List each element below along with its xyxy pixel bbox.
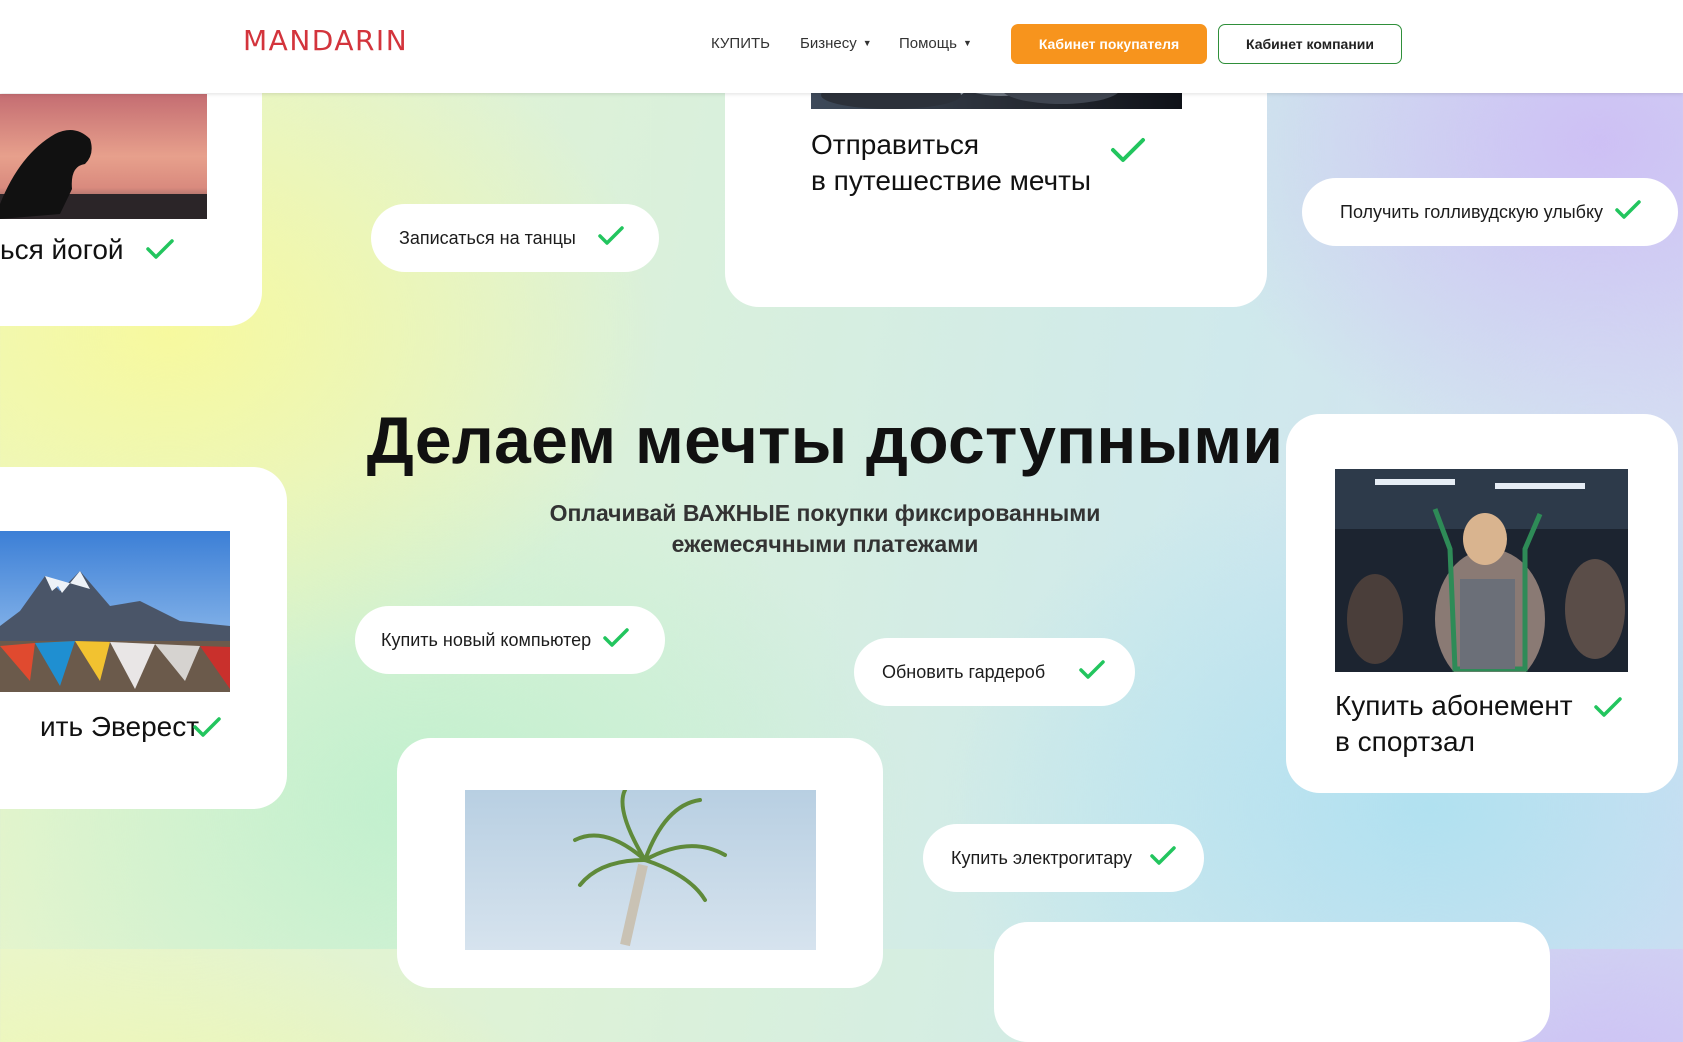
pill-wardrobe-label: Обновить гардероб <box>882 661 1046 682</box>
check-icon <box>1110 136 1146 164</box>
everest-title: ить Эверест <box>40 711 200 742</box>
card-palm[interactable] <box>397 738 883 988</box>
nav-help-label: Помощь <box>899 35 957 52</box>
pill-computer-label: Купить новый компьютер <box>381 629 592 650</box>
check-icon <box>1150 845 1176 871</box>
company-cabinet-button[interactable]: Кабинет компании <box>1218 24 1402 64</box>
travel-title-line2: в путешествие мечты <box>811 165 1092 196</box>
pill-smile[interactable]: Получить голливудскую улыбку <box>1302 178 1678 246</box>
nav-buy[interactable]: КУПИТЬ <box>711 35 770 52</box>
gym-title-line2: в спортзал <box>1335 726 1475 757</box>
check-icon <box>603 627 629 653</box>
palm-photo <box>465 790 816 950</box>
mandarin-logo[interactable]: MANDARIN <box>243 24 408 57</box>
site-header: MANDARIN КУПИТЬ Бизнесу ▼ Помощь ▼ Кабинет… <box>0 0 1683 93</box>
buyer-cabinet-button[interactable]: Кабинет покупателя <box>1011 24 1207 64</box>
pill-guitar-label: Купить электрогитару <box>951 847 1133 868</box>
nav-buy-label: КУПИТЬ <box>711 35 771 52</box>
yoga-photo <box>0 94 207 219</box>
hero-subtitle-line2: ежемесячными платежами <box>671 531 979 557</box>
pill-dance[interactable]: Записаться на танцы <box>371 204 659 272</box>
check-icon <box>598 225 624 251</box>
check-icon <box>193 716 221 738</box>
caret-down-icon: ▼ <box>962 38 972 48</box>
check-icon <box>1079 659 1105 685</box>
travel-title-line1: Отправиться <box>811 129 979 160</box>
hero-subtitle: Оплачивай ВАЖНЫЕ покупки фиксированными … <box>0 498 1650 560</box>
check-icon <box>1615 199 1641 225</box>
hero-title: Делаем мечты доступными <box>366 403 1284 477</box>
nav-business[interactable]: Бизнесу ▼ <box>800 35 872 52</box>
card-partial <box>994 922 1550 1042</box>
pill-computer[interactable]: Купить новый компьютер <box>355 606 665 674</box>
check-icon <box>146 238 174 260</box>
nav-help[interactable]: Помощь ▼ <box>899 35 972 52</box>
pill-guitar[interactable]: Купить электрогитару <box>923 824 1204 892</box>
yoga-title: ься йогой <box>0 234 124 265</box>
caret-down-icon: ▼ <box>862 38 872 48</box>
hero-subtitle-line1: Оплачивай ВАЖНЫЕ покупки фиксированными <box>549 500 1101 526</box>
nav-business-label: Бизнесу <box>800 35 857 52</box>
check-icon <box>1594 696 1622 718</box>
pill-wardrobe[interactable]: Обновить гардероб <box>854 638 1135 706</box>
gym-title-line1: Купить абонемент <box>1335 690 1573 721</box>
pill-smile-label: Получить голливудскую улыбку <box>1340 201 1604 222</box>
pill-dance-label: Записаться на танцы <box>399 227 576 248</box>
